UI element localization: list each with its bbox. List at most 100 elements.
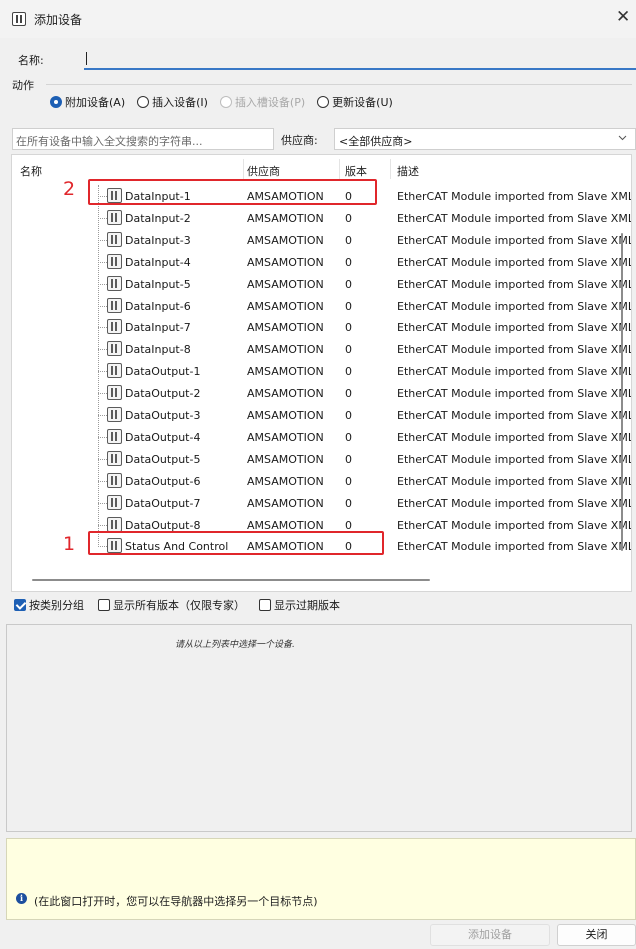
checkbox-group-by-category[interactable]: 按类别分组 — [14, 597, 84, 613]
vendor-cell: AMSAMOTION — [247, 321, 324, 335]
radio-append-device[interactable]: 附加设备(A) — [50, 94, 125, 110]
name-input[interactable] — [84, 48, 636, 70]
annotation-number-2: 2 — [63, 178, 76, 200]
vendor-cell: AMSAMOTION — [247, 474, 324, 488]
version-cell: 0 — [345, 409, 352, 422]
description-cell: EtherCAT Module imported from Slave XML: — [397, 233, 632, 247]
list-options: 按类别分组 显示所有版本（仅限专家） 显示过期版本 — [14, 597, 354, 613]
table-row[interactable]: DataInput-4 AMSAMOTION 0 EtherCAT Module im… — [12, 251, 631, 273]
description-cell: EtherCAT Module imported from Slave XML: — [397, 211, 632, 225]
vendor-cell: AMSAMOTION — [247, 277, 324, 291]
version-cell: 0 — [345, 518, 352, 532]
column-header-name[interactable]: 名称 — [20, 163, 42, 179]
table-row[interactable]: DataInput-6 AMSAMOTION 0 EtherCAT Module im… — [12, 295, 631, 317]
action-group-divider — [46, 84, 632, 85]
radio-label: 附加设备(A) — [65, 96, 126, 109]
checkbox-label: 显示所有版本（仅限专家） — [113, 599, 245, 612]
radio-unchecked-icon — [219, 96, 232, 108]
checkbox-show-all-versions[interactable]: 显示所有版本（仅限专家） — [98, 597, 245, 613]
radio-insert-device[interactable]: 插入设备(I) — [137, 94, 208, 110]
column-divider — [339, 159, 340, 179]
device-module-icon — [107, 363, 122, 379]
table-row[interactable]: DataInput-8 AMSAMOTION 0 EtherCAT Module im… — [12, 338, 631, 360]
radio-unchecked-icon — [317, 96, 330, 108]
checkbox-unchecked-icon — [259, 599, 271, 611]
version-cell: 0 — [345, 474, 352, 488]
version-cell: 0 — [345, 452, 352, 466]
add-device-button[interactable]: 添加设备 — [430, 924, 550, 946]
device-name-cell: DataInput-3 — [125, 233, 191, 247]
device-module-icon — [107, 428, 122, 444]
description-cell: EtherCAT Module imported from Slave XML: — [397, 540, 632, 554]
device-list[interactable]: 名称 供应商 版本 描述 DataInput-1 AMSAMOTION 0 Ether… — [11, 154, 632, 592]
table-row[interactable]: DataOutput-1 AMSAMOTION 0 EtherCAT Module i… — [12, 360, 632, 382]
vendor-cell: AMSAMOTION — [247, 211, 324, 225]
annotation-box-1 — [88, 531, 384, 555]
vendor-cell: AMSAMOTION — [247, 387, 324, 401]
horizontal-scrollbar[interactable] — [32, 579, 430, 581]
version-cell: 0 — [345, 211, 352, 225]
table-row[interactable]: DataOutput-4 AMSAMOTION 0 EtherCAT Module i… — [12, 426, 632, 448]
close-button[interactable]: 关闭 — [557, 924, 636, 946]
version-cell: 0 — [345, 365, 352, 379]
version-cell: 0 — [345, 299, 352, 313]
device-name-cell: DataOutput-4 — [125, 430, 201, 444]
vendor-cell: AMSAMOTION — [247, 452, 324, 466]
vendor-cell: AMSAMOTION — [247, 343, 324, 357]
table-row[interactable]: DataInput-2 AMSAMOTION 0 EtherCAT Module im… — [12, 207, 632, 229]
table-row[interactable]: DataInput-5 AMSAMOTION 0 EtherCAT Module im… — [12, 273, 631, 295]
table-row[interactable]: DataOutput-3 AMSAMOTION 0 EtherCAT Module i… — [12, 404, 631, 426]
description-cell: EtherCAT Module imported from Slave XML: — [397, 496, 632, 510]
tree-branch-line — [98, 458, 107, 460]
device-module-icon — [107, 253, 122, 269]
device-module-icon — [107, 385, 122, 401]
info-text: (在此窗口打开时，您可以在导航器中选择另一个目标节点) — [34, 895, 318, 908]
tree-branch-line — [98, 349, 107, 351]
tree-branch-line — [98, 415, 107, 416]
window-title: 添加设备 — [34, 13, 83, 27]
device-name-cell: DataOutput-2 — [125, 387, 201, 401]
table-row[interactable]: DataOutput-7 AMSAMOTION 0 EtherCAT Module i… — [12, 492, 632, 514]
checkbox-show-outdated-versions[interactable]: 显示过期版本 — [259, 597, 340, 613]
vertical-scrollbar[interactable] — [621, 233, 623, 551]
radio-unchecked-icon — [137, 96, 150, 108]
column-header-description[interactable]: 描述 — [397, 163, 419, 179]
table-row[interactable]: DataInput-3 AMSAMOTION 0 EtherCAT Module im… — [12, 229, 632, 251]
description-cell: EtherCAT Module imported from Slave XML: — [397, 365, 632, 379]
tree-branch-line — [98, 327, 107, 329]
checkbox-label: 显示过期版本 — [274, 599, 340, 612]
radio-label: 插入设备(I) — [152, 96, 208, 109]
vendor-cell: AMSAMOTION — [247, 255, 324, 269]
table-row[interactable]: DataInput-7 AMSAMOTION 0 EtherCAT Module im… — [12, 316, 631, 338]
table-row[interactable]: DataOutput-2 AMSAMOTION 0 EtherCAT Module i… — [12, 382, 631, 404]
device-name-cell: DataInput-7 — [125, 321, 191, 335]
device-name-cell: DataOutput-8 — [125, 518, 201, 532]
tree-branch-line — [98, 283, 107, 285]
checkbox-checked-icon — [14, 599, 26, 611]
vendor-cell: AMSAMOTION — [247, 299, 324, 313]
chevron-down-icon[interactable] — [618, 133, 627, 142]
tree-branch-line — [98, 480, 107, 482]
version-cell: 0 — [345, 496, 352, 510]
device-module-icon — [107, 297, 122, 313]
table-row[interactable]: DataOutput-6 AMSAMOTION 0 EtherCAT Module i… — [12, 470, 631, 492]
column-divider — [243, 159, 244, 179]
fulltext-search-input[interactable]: 在所有设备中输入全文搜索的字符串... — [12, 128, 274, 150]
action-radio-group: 附加设备(A) 插入设备(I) 插入槽设备(P) 更新设备(U) — [50, 94, 405, 110]
device-name-cell: DataInput-6 — [125, 299, 191, 313]
device-module-icon — [107, 319, 122, 335]
radio-update-device[interactable]: 更新设备(U) — [317, 94, 393, 110]
vendor-cell: AMSAMOTION — [247, 518, 324, 532]
version-cell: 0 — [345, 343, 352, 357]
column-header-version[interactable]: 版本 — [345, 163, 367, 179]
vendor-select[interactable]: <全部供应商> — [334, 128, 636, 150]
description-cell: EtherCAT Module imported from Slave XML: — [397, 430, 632, 444]
radio-label: 插入槽设备(P) — [234, 96, 306, 109]
device-name-cell: DataOutput-3 — [125, 409, 201, 422]
description-cell: EtherCAT Module imported from Slave XML: — [397, 452, 632, 466]
close-window-icon[interactable]: ✕ — [616, 9, 630, 26]
device-name-cell: DataInput-8 — [125, 343, 191, 357]
column-header-vendor[interactable]: 供应商 — [247, 163, 280, 179]
version-cell: 0 — [345, 430, 352, 444]
table-row[interactable]: DataOutput-5 AMSAMOTION 0 EtherCAT Module i… — [12, 448, 632, 470]
